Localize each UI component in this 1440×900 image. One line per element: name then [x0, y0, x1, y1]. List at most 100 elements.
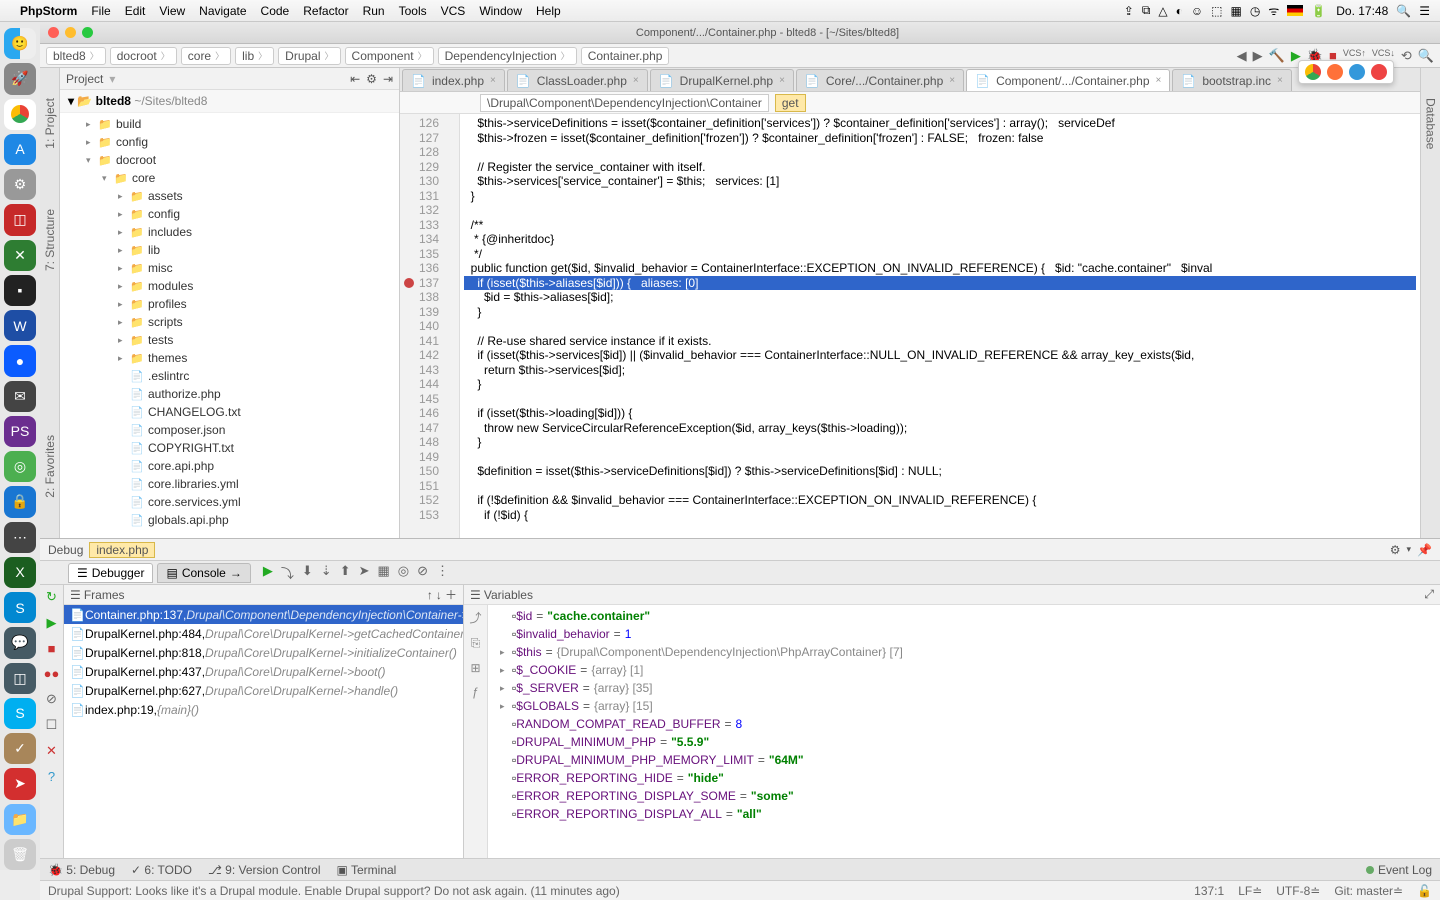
- breadcrumb[interactable]: blted8〉: [46, 47, 106, 65]
- menu-file[interactable]: File: [91, 4, 110, 18]
- mute-icon[interactable]: ⊘: [46, 691, 57, 707]
- var-row[interactable]: ▸▫ $_COOKIE = {array} [1]: [488, 661, 1440, 679]
- step-out-icon[interactable]: ⬆: [340, 563, 351, 582]
- var-row[interactable]: ▫ DRUPAL_MINIMUM_PHP_MEMORY_LIMIT = "64M…: [488, 751, 1440, 769]
- dock-redapp[interactable]: ◫: [4, 204, 36, 235]
- project-root[interactable]: ▾ 📂 blted8 ~/Sites/blted8: [60, 90, 399, 113]
- var-row[interactable]: ▸▫ $GLOBALS = {array} [15]: [488, 697, 1440, 715]
- tree-file[interactable]: CHANGELOG.txt: [60, 403, 399, 421]
- hide-icon[interactable]: ⇥: [383, 72, 393, 86]
- vpn-icon[interactable]: ☺: [1191, 4, 1203, 18]
- breadcrumb[interactable]: lib〉: [235, 47, 274, 65]
- dock-trash[interactable]: 🗑: [4, 839, 36, 870]
- next-frame-icon[interactable]: ↓: [436, 588, 442, 602]
- var-row[interactable]: ▫ ERROR_REPORTING_DISPLAY_ALL = "all": [488, 805, 1440, 823]
- tree-icon[interactable]: ⊞: [470, 661, 480, 675]
- watch-icon[interactable]: ◎: [398, 563, 409, 582]
- git-branch[interactable]: Git: master≐: [1334, 884, 1403, 898]
- menu-icon[interactable]: ☰: [1419, 4, 1430, 18]
- var-row[interactable]: ▫ $invalid_behavior = 1: [488, 625, 1440, 643]
- dock-finder[interactable]: 🙂: [4, 28, 36, 59]
- close-icon[interactable]: ×: [633, 75, 639, 86]
- tree-folder[interactable]: ▸build: [60, 115, 399, 133]
- menu-edit[interactable]: Edit: [125, 4, 146, 18]
- encoding[interactable]: UTF-8≐: [1276, 884, 1320, 898]
- step-over-icon[interactable]: ⤵: [281, 563, 294, 582]
- tree-file[interactable]: COPYRIGHT.txt: [60, 439, 399, 457]
- frame-row[interactable]: 📄 Container.php:137, Drupal\Component\De…: [64, 605, 463, 624]
- step-into-icon[interactable]: ⬇: [302, 563, 313, 582]
- crumb-method[interactable]: get: [775, 94, 806, 112]
- tree-file[interactable]: core.libraries.yml: [60, 475, 399, 493]
- frame-row[interactable]: 📄 index.php:19, {main}(): [64, 700, 463, 719]
- gear-icon[interactable]: ⚙: [366, 72, 377, 86]
- mute-bp-icon[interactable]: ⊘: [417, 563, 428, 582]
- close-icon[interactable]: ×: [1277, 75, 1283, 86]
- line-sep[interactable]: LF≐: [1238, 884, 1262, 898]
- tab-todo[interactable]: ✓ 6: TODO: [131, 863, 192, 877]
- close-icon[interactable]: ×: [490, 75, 496, 86]
- caret-pos[interactable]: 137:1: [1194, 884, 1224, 898]
- close-icon[interactable]: ×: [949, 75, 955, 86]
- run-to-cursor-icon[interactable]: ➤: [359, 563, 370, 582]
- help-icon[interactable]: ?: [48, 769, 55, 784]
- sync-icon[interactable]: ◐: [1176, 4, 1183, 18]
- menu-code[interactable]: Code: [261, 4, 290, 18]
- dock-skype[interactable]: S: [4, 698, 36, 729]
- dock-dots[interactable]: ⋯: [4, 522, 36, 553]
- dock-green[interactable]: ◎: [4, 451, 36, 482]
- dock-zoom[interactable]: ●: [4, 345, 36, 376]
- var-row[interactable]: ▫ ERROR_REPORTING_DISPLAY_SOME = "some": [488, 787, 1440, 805]
- tree-file[interactable]: .eslintrc: [60, 367, 399, 385]
- breadcrumb[interactable]: DependencyInjection〉: [438, 47, 577, 65]
- dock-phpstorm[interactable]: PS: [4, 416, 36, 447]
- editor-tab[interactable]: 📄Component/.../Container.php×: [966, 69, 1170, 91]
- tree-folder[interactable]: ▸profiles: [60, 295, 399, 313]
- gdrive-icon[interactable]: △: [1158, 4, 1167, 18]
- clock-icon[interactable]: ◷: [1250, 4, 1260, 18]
- dock-mail[interactable]: ✉: [4, 381, 36, 412]
- dock-chat[interactable]: 💬: [4, 627, 36, 658]
- back-icon[interactable]: ◀: [1237, 48, 1247, 64]
- tree-file[interactable]: core.api.php: [60, 457, 399, 475]
- tree-folder[interactable]: ▸modules: [60, 277, 399, 295]
- tree-folder[interactable]: ▸tests: [60, 331, 399, 349]
- dock-red2[interactable]: ➤: [4, 768, 36, 799]
- code[interactable]: $this->serviceDefinitions = isset($conta…: [460, 114, 1420, 538]
- tree-folder[interactable]: ▸misc: [60, 259, 399, 277]
- debug-session[interactable]: index.php: [89, 542, 155, 558]
- resume2-icon[interactable]: ▶: [47, 615, 57, 631]
- settings-icon[interactable]: ⋮: [436, 563, 449, 582]
- var-row[interactable]: ▸▫ $_SERVER = {array} [35]: [488, 679, 1440, 697]
- dock-launchpad[interactable]: 🚀: [4, 63, 36, 94]
- build-icon[interactable]: 🔨: [1269, 48, 1285, 64]
- dock-word[interactable]: W: [4, 310, 36, 341]
- tree-folder[interactable]: ▾docroot: [60, 151, 399, 169]
- close-icon[interactable]: ×: [1156, 75, 1162, 86]
- var-row[interactable]: ▸▫ $this = {Drupal\Component\DependencyI…: [488, 643, 1440, 661]
- resume-icon[interactable]: ▶: [263, 563, 273, 582]
- fwd-icon[interactable]: ▶: [1253, 48, 1263, 64]
- tree-folder[interactable]: ▸assets: [60, 187, 399, 205]
- menu-window[interactable]: Window: [479, 4, 522, 18]
- tree-folder[interactable]: ▾core: [60, 169, 399, 187]
- tree-folder[interactable]: ▸config: [60, 133, 399, 151]
- dock-wunderlist[interactable]: ✓: [4, 733, 36, 764]
- expand-icon[interactable]: ⤢: [1424, 587, 1434, 602]
- safari-icon[interactable]: [1349, 64, 1365, 80]
- refresh-icon[interactable]: ⟲: [1401, 48, 1412, 64]
- project-tree[interactable]: ▸build▸config▾docroot▾core▸assets▸config…: [60, 113, 399, 538]
- tree-file[interactable]: composer.json: [60, 421, 399, 439]
- prev-frame-icon[interactable]: ↑: [427, 588, 433, 602]
- frame-row[interactable]: 📄 DrupalKernel.php:437, Drupal\Core\Drup…: [64, 662, 463, 681]
- flag-icon[interactable]: [1287, 5, 1303, 16]
- breadcrumb[interactable]: docroot〉: [110, 47, 177, 65]
- collapse-icon[interactable]: ⇤: [350, 72, 360, 86]
- frame-row[interactable]: 📄 DrupalKernel.php:627, Drupal\Core\Drup…: [64, 681, 463, 700]
- breadcrumb[interactable]: Drupal〉: [278, 47, 340, 65]
- status-icon[interactable]: ⇪: [1124, 4, 1134, 18]
- firefox-icon[interactable]: [1327, 64, 1343, 80]
- stop2-icon[interactable]: ■: [48, 641, 56, 656]
- event-log[interactable]: Event Log: [1366, 863, 1432, 877]
- tool-database[interactable]: Database: [1424, 98, 1438, 149]
